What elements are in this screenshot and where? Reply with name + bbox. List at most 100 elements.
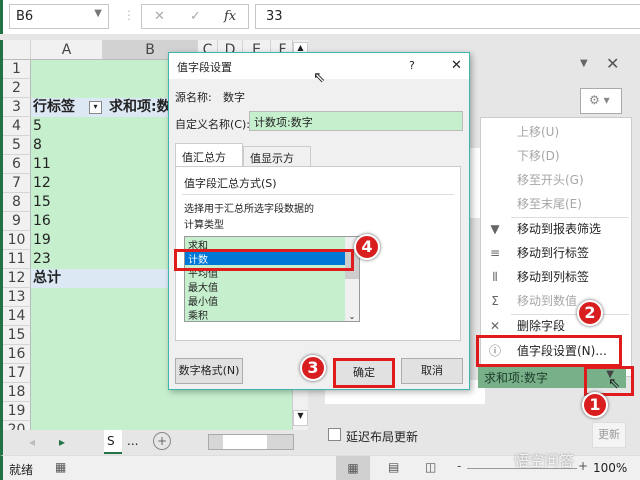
more-sheets[interactable]: ... [127,434,138,448]
menu-item-label: 移至末尾(E) [517,197,582,211]
list-item[interactable]: 乘积 [185,307,359,321]
number-format-button[interactable]: 数字格式(N) [175,358,243,384]
custom-name-input[interactable]: 计数项:数字 [249,111,463,131]
gear-icon[interactable]: ⚙ ▾ [580,88,622,114]
row-header[interactable]: 11 [3,250,31,269]
row-header[interactable]: 9 [3,212,31,231]
sheet-tab[interactable]: S [104,430,122,454]
cancel-button[interactable]: 取消 [401,358,463,384]
tab-show-values-as[interactable]: 值显示方式 [243,146,311,181]
row-header[interactable]: 8 [3,193,31,212]
prev-sheet-icon[interactable]: ◂ [29,435,35,449]
annotation-box-2 [476,335,622,367]
select-all-corner[interactable] [3,40,31,60]
mouse-cursor-icon: ⇖ [608,374,621,392]
sort-filter-button[interactable]: ▾ [89,101,102,114]
formula-input[interactable]: 33 [255,4,640,29]
menu-item-icon: ≡ [489,246,501,260]
menu-item[interactable]: ≡ 移动到行标签 [481,242,631,264]
insert-function-icon[interactable]: fx [224,9,236,24]
add-sheet-icon[interactable]: + [153,432,171,450]
pivot-row-value[interactable]: 16 [33,212,51,231]
row-header[interactable]: 10 [3,231,31,250]
value-field-settings-dialog: 值字段设置 ? ✕ 源名称: 数字 自定义名称(C): 计数项:数字 值汇总方式… [168,52,470,390]
help-button[interactable]: ? [409,59,415,72]
close-pane-icon[interactable]: ✕ [606,54,619,73]
menu-item[interactable]: 移至开头(G) [481,169,631,191]
list-item[interactable]: 最小值 [185,293,359,308]
ready-status: 就绪 [9,463,34,477]
step-badge-1: 1 [582,392,608,418]
pivot-total-label[interactable]: 总计 [33,269,61,288]
row-header[interactable]: 20 [3,421,31,430]
pivot-row-value[interactable]: 19 [33,231,51,250]
menu-item[interactable]: ✕ 删除字段 [481,315,631,337]
column-header-a[interactable]: A [31,40,103,60]
menu-item-label: 移至开头(G) [517,173,584,187]
pivot-row-value[interactable]: 15 [33,193,51,212]
value-header[interactable]: 求和项:数 [109,98,171,117]
zoom-in-icon[interactable]: + [578,459,588,473]
zoom-out-icon[interactable]: - [457,459,461,473]
macro-record-icon[interactable]: ▦ [55,460,66,474]
zoom-level[interactable]: 100% [593,461,627,475]
menu-item[interactable]: ▼ 移动到报表筛选 [481,218,631,240]
defer-update-checkbox[interactable] [328,428,341,441]
row-header[interactable]: 1 [3,60,31,79]
menu-item[interactable]: 上移(U) [481,121,631,143]
scroll-down-icon[interactable]: ▼ [293,410,308,426]
row-header[interactable]: 5 [3,136,31,155]
page-break-icon[interactable]: ◫ [425,460,436,474]
list-item[interactable]: 最大值 [185,279,359,294]
row-header[interactable]: 12 [3,269,31,288]
horizontal-scrollbar[interactable] [208,434,294,450]
row-header[interactable]: 4 [3,117,31,136]
pivot-row-value[interactable]: 8 [33,136,42,155]
menu-item-icon: ✕ [489,319,501,333]
annotation-box-4 [174,249,354,271]
tab-summarize-by[interactable]: 值汇总方式 [175,143,243,180]
watermark: 悟空问答 [514,452,575,470]
menu-item[interactable]: ⦀ 移动到列标签 [481,266,631,288]
menu-item-icon: Σ [491,294,499,308]
name-box[interactable]: B6 ▼ [9,4,109,29]
source-name-value: 数字 [223,91,245,104]
row-header[interactable]: 3 [3,98,31,117]
row-header[interactable]: 15 [3,326,31,345]
row-header[interactable]: 13 [3,288,31,307]
row-header[interactable]: 14 [3,307,31,326]
sheet-tab-bar: ◂ ▸ S ... + [0,430,310,455]
row-header[interactable]: 6 [3,155,31,174]
page-layout-icon[interactable]: ▤ [388,460,399,474]
divider [182,194,454,195]
row-header[interactable]: 19 [3,402,31,421]
normal-view-icon[interactable]: ▦ [336,456,370,480]
pane-options-icon[interactable]: ▼ [580,58,588,69]
menu-item-label: 删除字段 [517,319,566,333]
row-header[interactable]: 16 [3,345,31,364]
row-header[interactable]: 7 [3,174,31,193]
drag-handle-icon[interactable]: ⋮ [123,8,135,22]
row-header[interactable]: 17 [3,364,31,383]
tab-panel: 值字段汇总方式(S) 选择用于汇总所选字段数据的 计算类型 求和 计数 平均值 … [174,166,461,341]
scroll-thumb[interactable] [223,435,267,449]
cancel-icon[interactable]: ✕ [154,9,165,24]
close-icon[interactable]: ✕ [451,58,462,73]
row-labels-header[interactable]: 行标签 [33,98,75,117]
menu-item[interactable]: Σ 移动到数值 [481,290,631,312]
menu-item[interactable]: 下移(D) [481,145,631,167]
menu-item-label: 移动到报表筛选 [517,222,602,236]
enter-icon[interactable]: ✓ [190,9,201,24]
description-line1: 选择用于汇总所选字段数据的 [184,204,314,215]
chevron-down-icon[interactable]: ▼ [94,8,102,19]
row-header[interactable]: 18 [3,383,31,402]
update-button[interactable]: 更新 [592,422,626,448]
pivot-row-value[interactable]: 5 [33,117,42,136]
row-header[interactable]: 2 [3,79,31,98]
pivot-row-value[interactable]: 12 [33,174,51,193]
pivot-row-value[interactable]: 11 [33,155,51,174]
next-sheet-icon[interactable]: ▸ [59,435,65,449]
menu-item[interactable]: 移至末尾(E) [481,193,631,215]
ok-button[interactable]: 确定 [333,358,395,388]
pivot-row-value[interactable]: 23 [33,250,51,269]
